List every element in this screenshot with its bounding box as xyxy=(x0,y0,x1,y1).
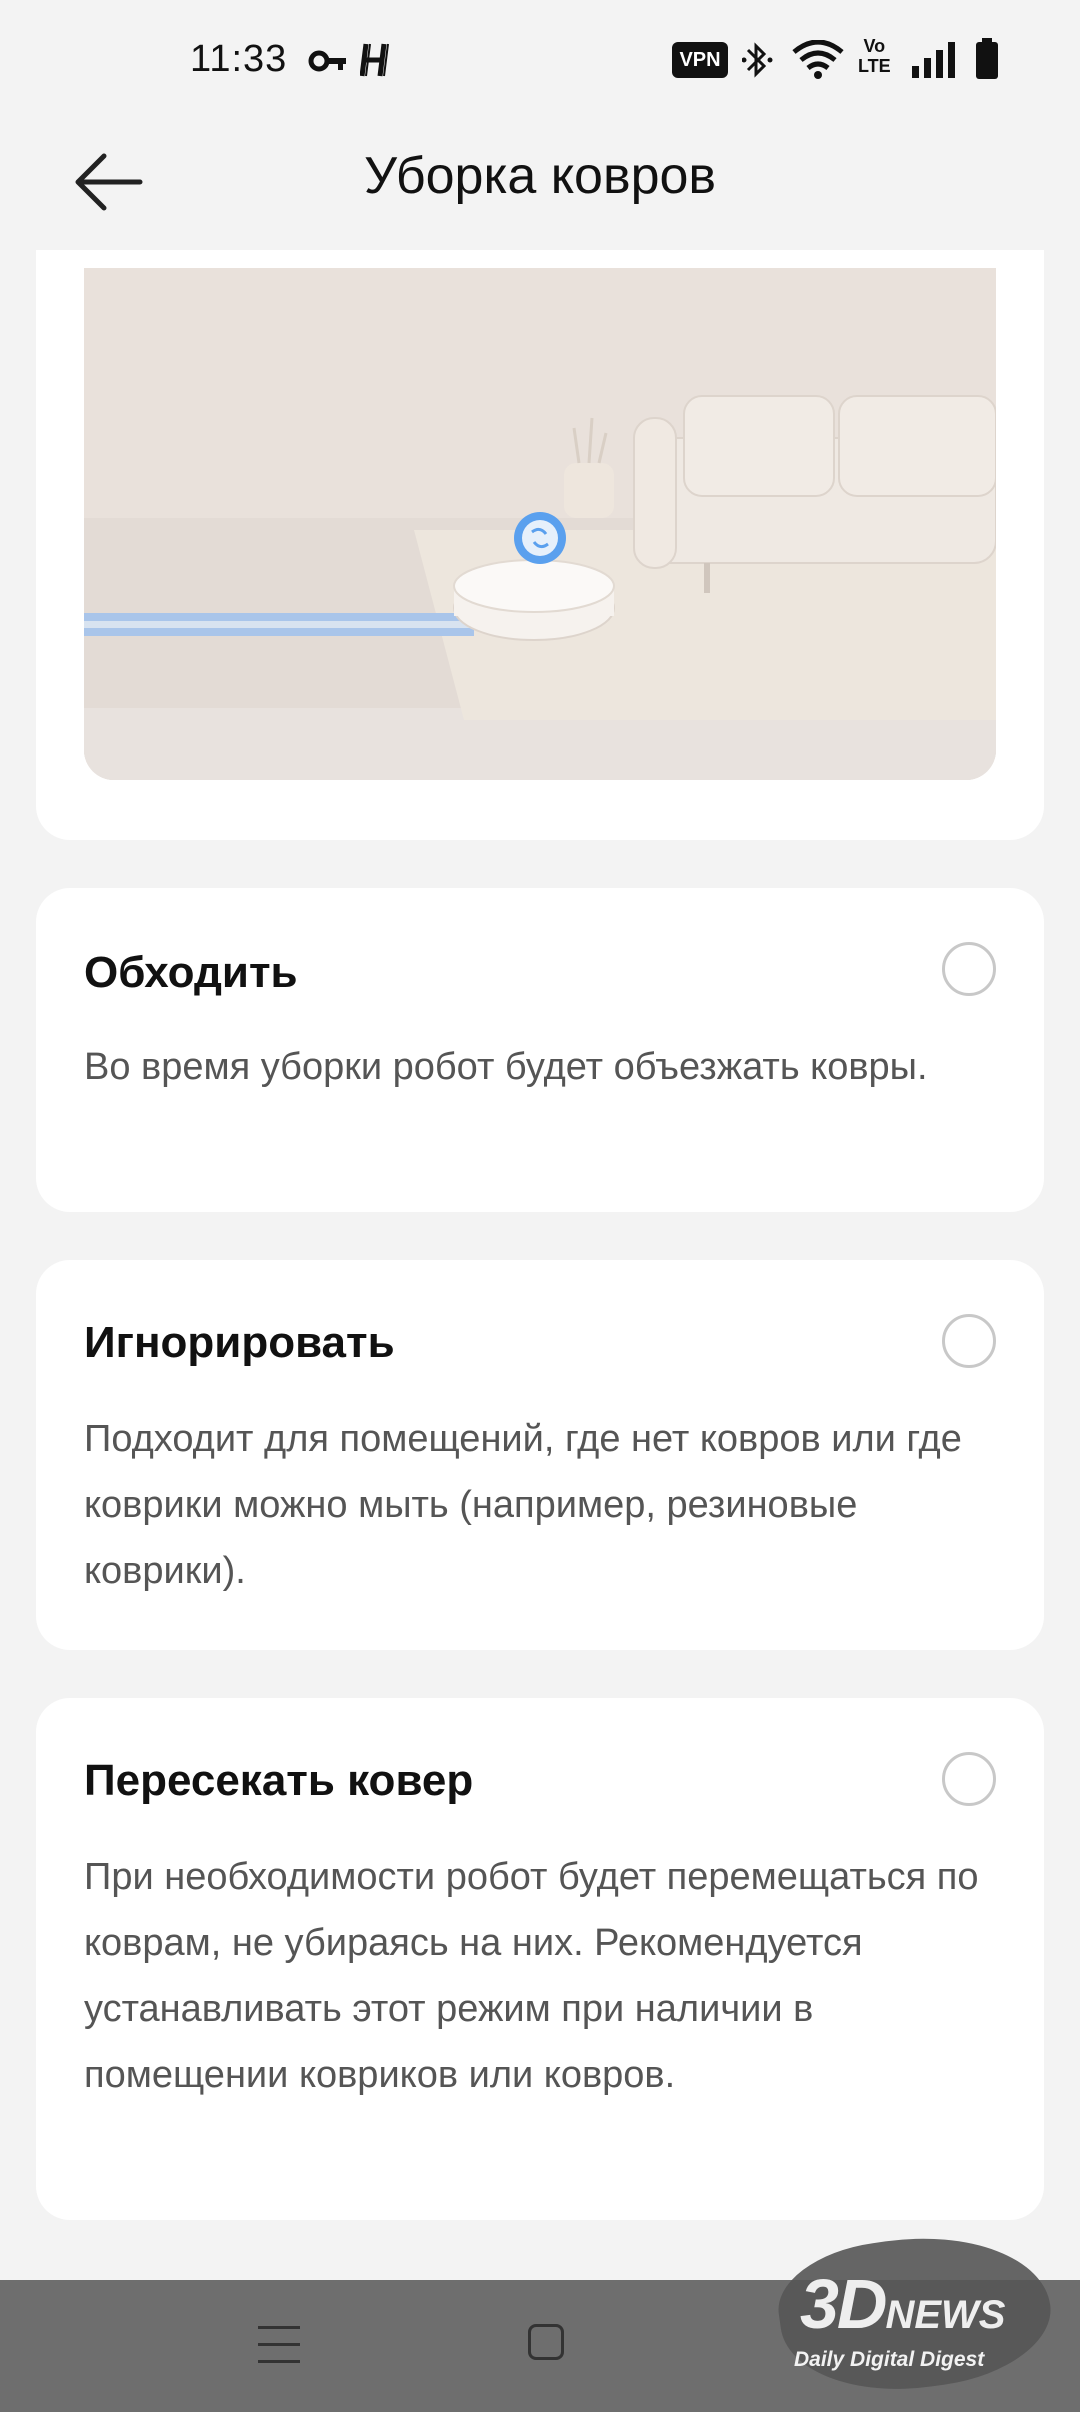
illustration-card xyxy=(36,250,1044,840)
option-description: При необходимости робот будет перемещать… xyxy=(84,1856,979,2096)
status-bar: 11:33 VPN Vo LTE xyxy=(0,0,1080,120)
watermark-suffix: NEWS xyxy=(885,2293,1006,2337)
watermark-logo: 3DNEWS Daily Digital Digest xyxy=(770,2219,1060,2407)
bluetooth-icon xyxy=(742,42,773,78)
option-card-avoid[interactable]: Обходить Во время уборки робот будет объ… xyxy=(36,888,1044,1212)
option-title: Пересекать ковер xyxy=(84,1756,474,1805)
watermark-main: 3DNEWS xyxy=(800,2264,1005,2344)
volte-top: Vo xyxy=(863,36,886,56)
status-time: 11:33 xyxy=(190,38,288,80)
key-icon xyxy=(308,50,346,72)
watermark-main-text: 3D xyxy=(800,2265,887,2343)
option-description: Подходит для помещений, где нет ковров и… xyxy=(84,1418,962,1592)
watermark-sub: Daily Digital Digest xyxy=(794,2348,985,2371)
header: Уборка ковров xyxy=(0,120,1080,250)
option-description: Во время уборки робот будет объезжать ко… xyxy=(84,1046,928,1088)
option-card-ignore[interactable]: Игнорировать Подходит для помещений, где… xyxy=(36,1260,1044,1650)
battery-icon xyxy=(976,38,998,79)
option-title: Обходить xyxy=(84,948,298,997)
home-icon[interactable] xyxy=(528,2324,564,2360)
carpet-cleaning-illustration xyxy=(84,268,996,780)
option-radio[interactable] xyxy=(942,1752,996,1806)
option-card-cross[interactable]: Пересекать ковер При необходимости робот… xyxy=(36,1698,1044,2220)
volte-bottom: LTE xyxy=(858,56,891,76)
volte-icon: Vo LTE xyxy=(858,36,891,76)
wifi-icon xyxy=(792,40,844,79)
signal-icon xyxy=(912,42,955,78)
option-title: Игнорировать xyxy=(84,1318,395,1367)
option-radio[interactable] xyxy=(942,1314,996,1368)
h-notification-icon xyxy=(360,43,389,77)
recent-apps-icon[interactable] xyxy=(258,2326,300,2366)
vpn-badge: VPN xyxy=(672,42,728,78)
page-title: Уборка ковров xyxy=(363,147,717,205)
option-radio[interactable] xyxy=(942,942,996,996)
